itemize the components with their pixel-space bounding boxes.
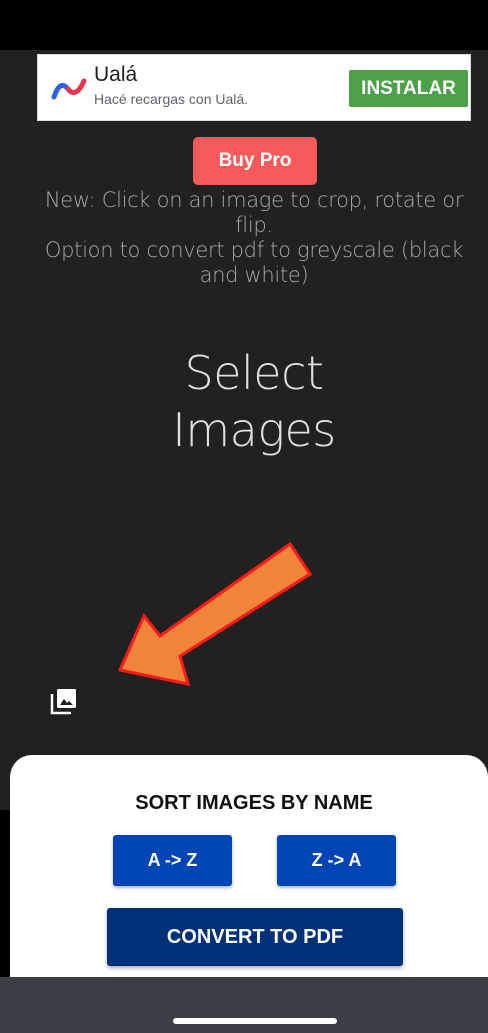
select-heading-line: Images: [172, 403, 336, 457]
arrow-pointer-icon: [117, 541, 313, 686]
uala-logo-icon: [51, 78, 87, 100]
status-bar: [0, 0, 488, 50]
ad-banner[interactable]: Ualá Hacé recargas con Ualá. INSTALAR: [37, 54, 471, 121]
note-line: and white): [199, 263, 309, 287]
note-line: Option to convert pdf to greyscale (blac…: [44, 238, 464, 262]
home-indicator[interactable]: [173, 1018, 337, 1024]
note-line: flip.: [235, 213, 273, 237]
sort-z-to-a-button[interactable]: Z -> A: [277, 835, 396, 886]
buy-pro-button[interactable]: Buy Pro: [193, 137, 317, 185]
convert-to-pdf-button[interactable]: CONVERT TO PDF: [107, 908, 403, 966]
select-heading-line: Select: [184, 346, 324, 400]
navigation-bar: [0, 977, 488, 1033]
sort-a-to-z-button[interactable]: A -> Z: [113, 835, 232, 886]
note-line: New: Click on an image to crop, rotate o…: [44, 188, 464, 212]
feature-notes: New: Click on an image to crop, rotate o…: [0, 188, 488, 288]
sort-title: SORT IMAGES BY NAME: [135, 792, 373, 814]
select-images-heading: Select Images: [0, 345, 488, 459]
ad-subtitle: Hacé recargas con Ualá.: [94, 91, 249, 107]
ad-install-button[interactable]: INSTALAR: [349, 70, 468, 107]
ad-title: Ualá: [94, 63, 138, 86]
photo-library-icon[interactable]: [50, 687, 78, 715]
